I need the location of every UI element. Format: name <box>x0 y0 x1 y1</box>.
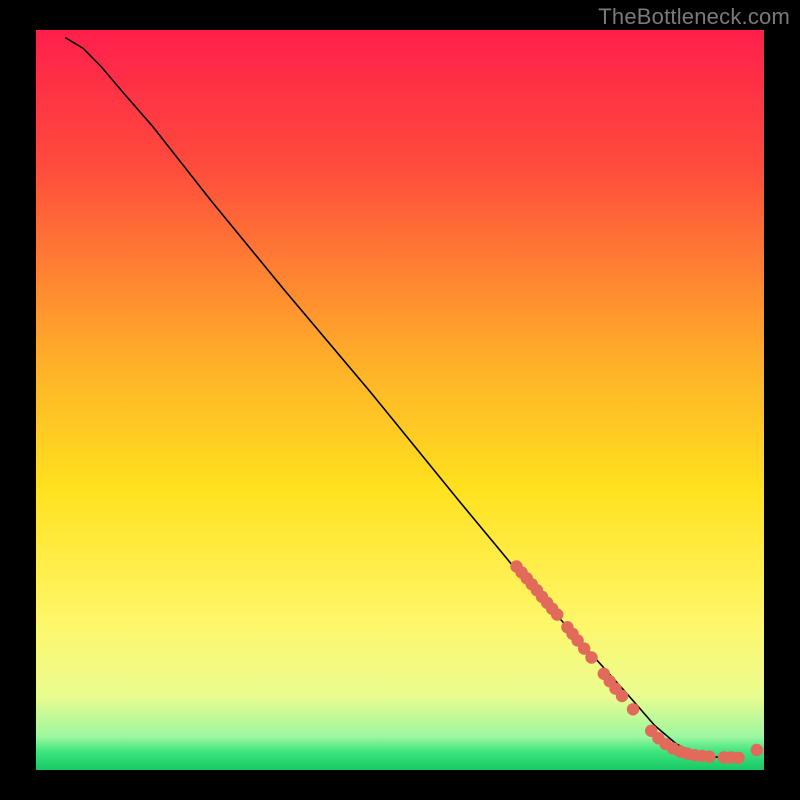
data-point <box>703 751 715 763</box>
attribution-text: TheBottleneck.com <box>598 4 790 30</box>
data-point <box>616 690 628 702</box>
chart-root: TheBottleneck.com <box>0 0 800 800</box>
chart-svg <box>0 0 800 800</box>
data-point <box>627 703 639 715</box>
data-point <box>585 651 597 663</box>
data-point <box>551 608 563 620</box>
plot-background <box>36 30 764 770</box>
data-point <box>751 744 763 756</box>
data-point <box>732 752 744 764</box>
